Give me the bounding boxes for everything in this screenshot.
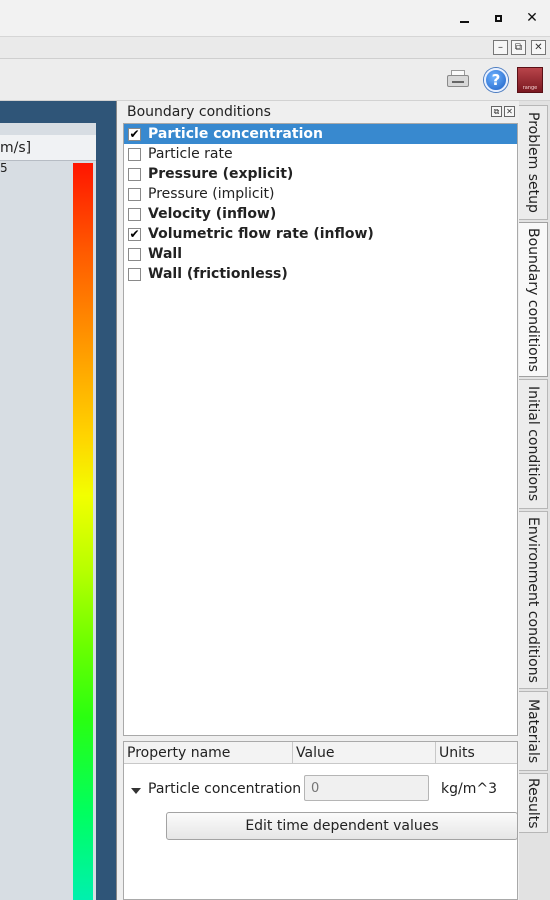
- boundary-condition-item[interactable]: Wall (frictionless): [124, 264, 517, 284]
- window-titlebar: ✕: [0, 0, 550, 37]
- property-table: Property name Value Units Particle conce…: [123, 741, 518, 900]
- boundary-conditions-list[interactable]: ✔ Particle concentration Particle rate Pres…: [123, 123, 518, 736]
- property-value-input[interactable]: [304, 775, 429, 801]
- boundary-condition-item[interactable]: Velocity (inflow): [124, 204, 517, 224]
- close-icon: ✕: [526, 10, 538, 26]
- mdi-restore-button[interactable]: ⧉: [511, 40, 526, 55]
- tab-label: Problem setup: [525, 112, 541, 213]
- boundary-condition-item[interactable]: Wall: [124, 244, 517, 264]
- dock-close-button[interactable]: ✕: [504, 106, 515, 117]
- boundary-condition-label: Particle rate: [148, 146, 233, 162]
- mdi-minimize-button[interactable]: –: [493, 40, 508, 55]
- boundary-condition-checkbox[interactable]: ✔: [128, 127, 141, 141]
- boundary-condition-checkbox[interactable]: [128, 187, 141, 201]
- property-name-label: Particle concentration: [148, 781, 302, 797]
- legend-colorbar: [73, 163, 93, 900]
- boundary-condition-item[interactable]: Particle rate: [124, 144, 517, 164]
- collapse-arrow-icon[interactable]: [131, 788, 141, 794]
- mdi-control-row: – ⧉ ✕: [0, 37, 550, 59]
- maximize-icon: [494, 14, 502, 22]
- boundary-condition-label: Volumetric flow rate (inflow): [148, 226, 374, 242]
- boundary-condition-item[interactable]: Pressure (implicit): [124, 184, 517, 204]
- boundary-condition-checkbox[interactable]: [128, 247, 141, 261]
- tab-problem-setup[interactable]: Problem setup: [519, 105, 548, 220]
- brand-logo[interactable]: range: [517, 67, 543, 93]
- boundary-condition-item[interactable]: ✔ Volumetric flow rate (inflow): [124, 224, 517, 244]
- window-close-button[interactable]: ✕: [521, 8, 543, 28]
- color-legend: m/s] 5: [0, 123, 96, 900]
- tab-label: Results: [525, 777, 541, 829]
- mdi-close-button[interactable]: ✕: [531, 40, 546, 55]
- column-header-value[interactable]: Value: [293, 742, 436, 764]
- boundary-condition-item[interactable]: Pressure (explicit): [124, 164, 517, 184]
- window-maximize-button[interactable]: [487, 8, 509, 28]
- boundary-condition-label: Pressure (implicit): [148, 186, 275, 202]
- print-icon[interactable]: [445, 67, 471, 93]
- window-minimize-button[interactable]: [453, 8, 475, 28]
- boundary-condition-label: Velocity (inflow): [148, 206, 277, 222]
- tab-boundary-conditions[interactable]: Boundary conditions: [519, 222, 548, 377]
- minimize-icon: [459, 21, 469, 23]
- dock-title: Boundary conditions: [127, 104, 271, 120]
- legend-unit-label: m/s]: [0, 135, 96, 161]
- tab-environment-conditions[interactable]: Environment conditions: [519, 511, 548, 689]
- edit-time-dependent-values-button[interactable]: Edit time dependent values: [166, 812, 518, 840]
- tab-results[interactable]: Results: [519, 773, 548, 833]
- boundary-condition-label: Pressure (explicit): [148, 166, 294, 182]
- tab-label: Environment conditions: [525, 517, 541, 683]
- property-units-label: kg/m^3: [441, 781, 497, 797]
- side-tab-bar: Problem setup Boundary conditions Initial …: [519, 101, 550, 900]
- column-header-units[interactable]: Units: [436, 742, 517, 764]
- dock-float-button[interactable]: ⧉: [491, 106, 502, 117]
- help-icon[interactable]: ?: [484, 68, 508, 92]
- tab-label: Boundary conditions: [525, 227, 541, 372]
- tab-materials[interactable]: Materials: [519, 691, 548, 771]
- tab-label: Initial conditions: [525, 386, 541, 502]
- boundary-condition-label: Particle concentration: [148, 126, 323, 142]
- boundary-condition-label: Wall: [148, 246, 182, 262]
- boundary-condition-item[interactable]: ✔ Particle concentration: [124, 124, 517, 144]
- boundary-conditions-dock: Boundary conditions ⧉ ✕ ✔ Particle concen…: [121, 101, 519, 900]
- tab-initial-conditions[interactable]: Initial conditions: [519, 379, 548, 509]
- column-header-property-name[interactable]: Property name: [124, 742, 293, 764]
- legend-top-value: 5: [0, 161, 8, 175]
- boundary-condition-checkbox[interactable]: [128, 267, 141, 281]
- boundary-condition-checkbox[interactable]: ✔: [128, 227, 141, 241]
- boundary-condition-checkbox[interactable]: [128, 207, 141, 221]
- toolbar: ? range: [0, 59, 550, 101]
- tab-label: Materials: [525, 698, 541, 764]
- graphics-viewport[interactable]: m/s] 5: [0, 101, 117, 900]
- boundary-condition-checkbox[interactable]: [128, 147, 141, 161]
- boundary-condition-checkbox[interactable]: [128, 167, 141, 181]
- boundary-condition-label: Wall (frictionless): [148, 266, 288, 282]
